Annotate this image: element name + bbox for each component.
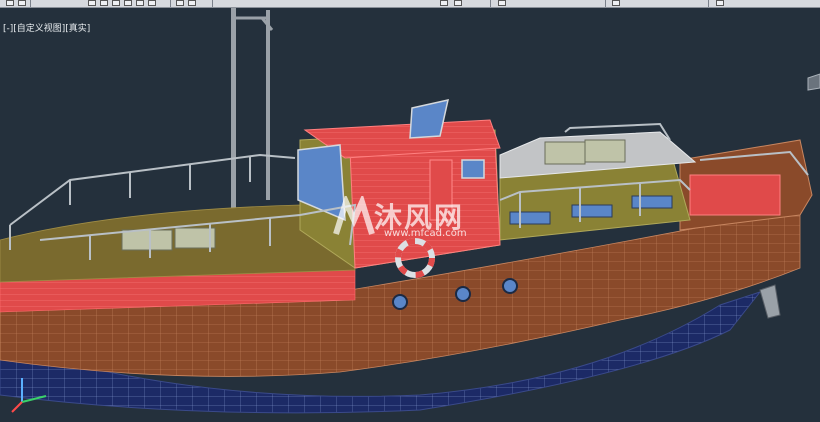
toolbar-separator: [708, 0, 709, 7]
toolbar-separator: [170, 0, 171, 7]
match-icon[interactable]: [136, 0, 144, 6]
properties-icon[interactable]: [100, 0, 108, 6]
view-cube-icon[interactable]: [807, 73, 820, 91]
style-dropdown-icon[interactable]: [612, 0, 620, 6]
undo-icon[interactable]: [440, 0, 448, 6]
workspace-icon[interactable]: [716, 0, 724, 6]
wheelhouse-front: [349, 139, 501, 269]
toolbar-separator: [212, 0, 213, 7]
mast: [231, 8, 274, 238]
layer-icon[interactable]: [88, 0, 96, 6]
roof-hatch: [544, 141, 586, 165]
toolbar-separator: [605, 0, 606, 7]
open-icon[interactable]: [6, 0, 14, 6]
viewport-view-label[interactable]: [-][自定义视图][真实]: [3, 21, 90, 34]
save-icon[interactable]: [18, 0, 26, 6]
stern-box: [689, 174, 781, 216]
door: [429, 159, 453, 221]
lock-icon[interactable]: [148, 0, 156, 6]
ribbon-toolbar: [0, 0, 820, 8]
isolate-icon[interactable]: [188, 0, 196, 6]
boat-model: [0, 8, 820, 414]
layer-dropdown-icon[interactable]: [498, 0, 506, 6]
drawing-viewport[interactable]: [-][自定义视图][真实] 沐风网 www.mfcad.com: [0, 8, 820, 422]
color-icon[interactable]: [112, 0, 120, 6]
linetype-icon[interactable]: [124, 0, 132, 6]
toolbar-separator: [490, 0, 491, 7]
freeze-icon[interactable]: [176, 0, 184, 6]
redo-icon[interactable]: [454, 0, 462, 6]
roof-hatch: [584, 139, 626, 163]
toolbar-separator: [30, 0, 31, 7]
propeller: [759, 284, 781, 319]
